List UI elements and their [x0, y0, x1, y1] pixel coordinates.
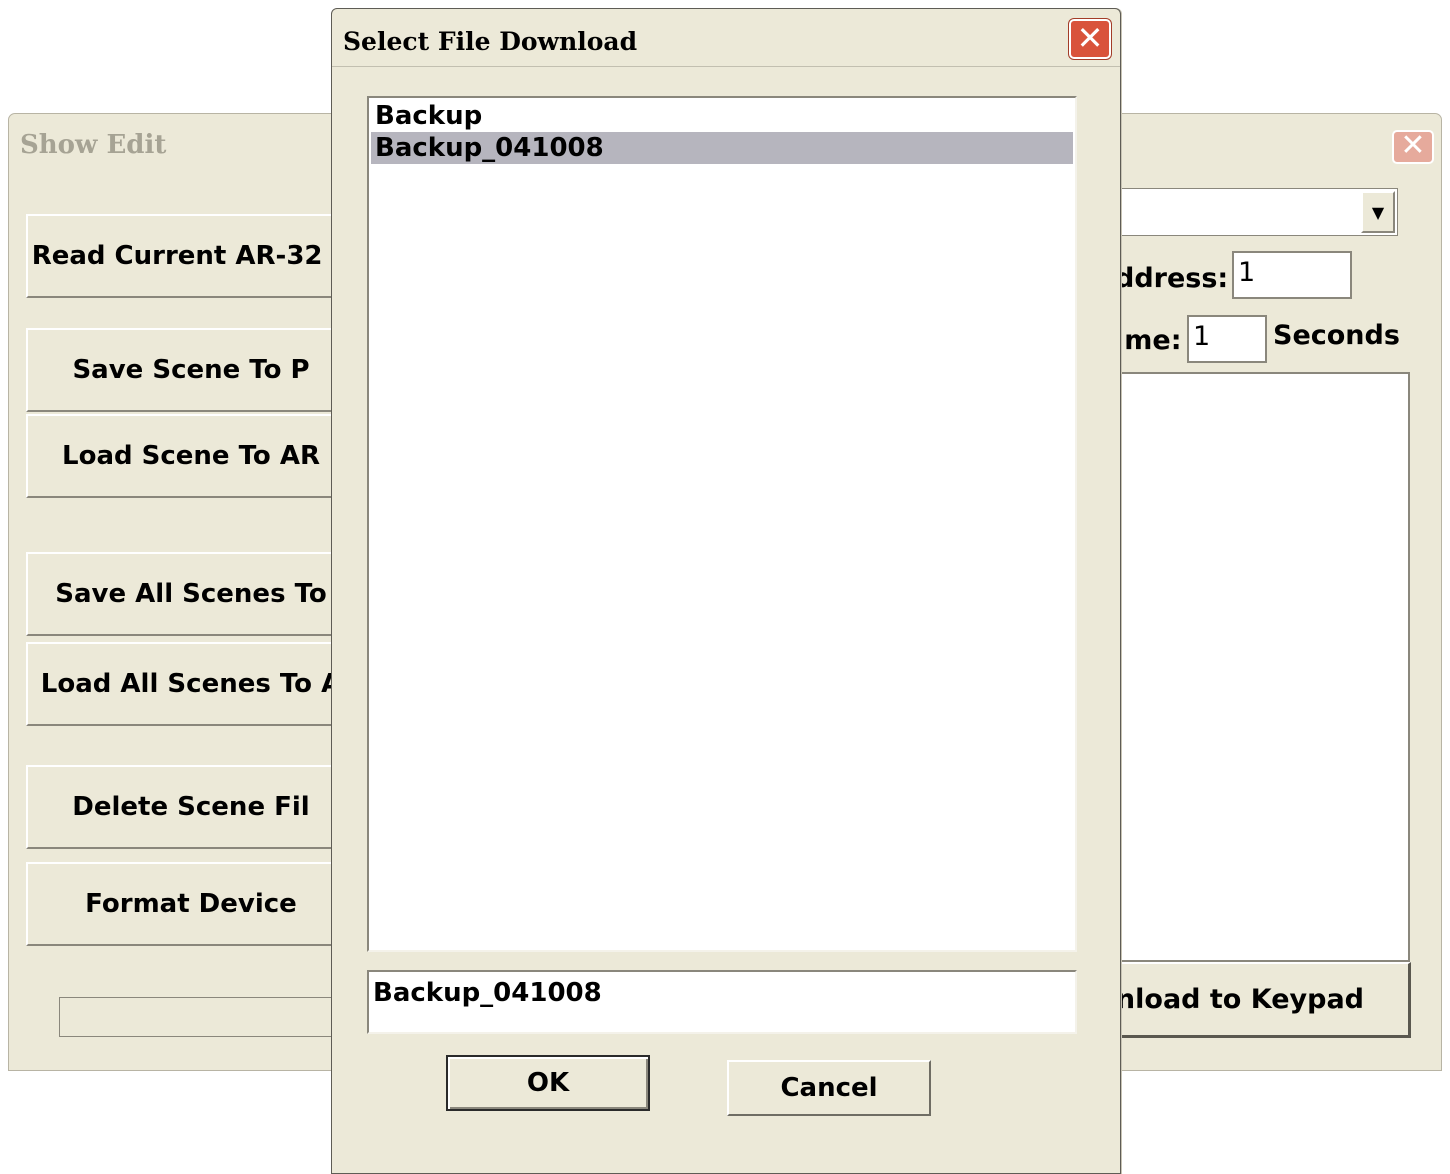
delete-scene-file-button[interactable]: Delete Scene Fil — [26, 765, 356, 849]
address-field[interactable]: 1 — [1232, 251, 1352, 299]
scene-list-panel[interactable] — [1118, 372, 1410, 962]
load-scene-button[interactable]: Load Scene To AR — [26, 414, 356, 498]
close-icon: ✕ — [1400, 128, 1426, 163]
progress-bar — [59, 997, 359, 1037]
save-all-scenes-button[interactable]: Save All Scenes To — [26, 552, 356, 636]
close-icon: ✕ — [1076, 19, 1104, 57]
download-to-keypad-button[interactable]: wnload to Keypad — [1109, 962, 1411, 1038]
load-all-scenes-button[interactable]: Load All Scenes To A — [26, 642, 356, 726]
cancel-button[interactable]: Cancel — [727, 1060, 931, 1116]
time-field[interactable]: 1 — [1187, 315, 1267, 363]
filename-field[interactable]: Backup_041008 — [367, 970, 1077, 1034]
show-edit-close-button[interactable]: ✕ — [1392, 130, 1434, 164]
select-file-download-dialog: Select File Download ✕ Backup Backup_041… — [331, 8, 1121, 1174]
seconds-label: Seconds — [1273, 320, 1400, 351]
dialog-titlebar: Select File Download ✕ — [332, 9, 1120, 67]
ok-button[interactable]: OK — [446, 1055, 650, 1111]
scene-select-combo[interactable]: ▼ — [1114, 188, 1398, 236]
show-edit-title: Show Edit — [20, 130, 167, 160]
dialog-title: Select File Download — [343, 27, 638, 56]
list-item[interactable]: Backup — [371, 100, 1073, 132]
read-current-button[interactable]: Read Current AR-32 S — [26, 214, 356, 298]
time-label: ime: — [1115, 325, 1182, 356]
dialog-close-button[interactable]: ✕ — [1069, 19, 1111, 59]
file-list[interactable]: Backup Backup_041008 — [367, 96, 1077, 952]
chevron-down-icon[interactable]: ▼ — [1361, 191, 1395, 233]
address-label: ddress: — [1115, 263, 1229, 294]
save-scene-button[interactable]: Save Scene To P — [26, 328, 356, 412]
list-item-selected[interactable]: Backup_041008 — [371, 132, 1073, 164]
format-device-button[interactable]: Format Device — [26, 862, 356, 946]
